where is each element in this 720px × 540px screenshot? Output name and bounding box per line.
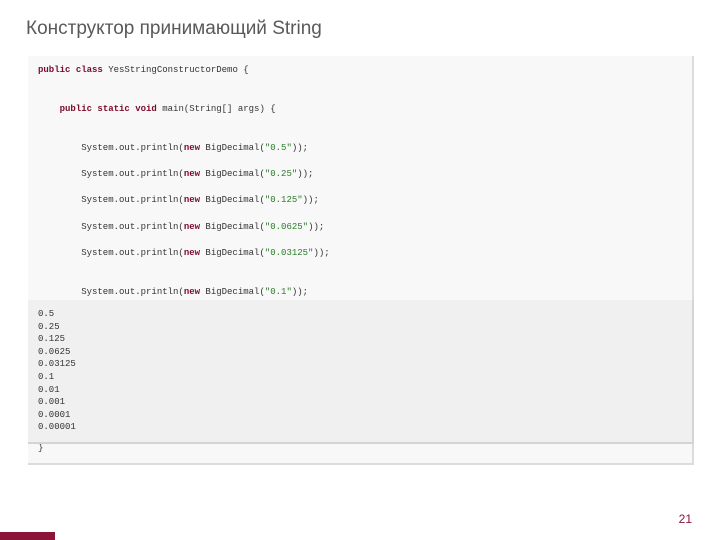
close-brace: } [38, 442, 682, 455]
page-number: 21 [679, 512, 692, 526]
stmt-prefix: System.out.println( [38, 169, 184, 179]
string-literal: "0.0625" [265, 222, 308, 232]
main-decl: main(String[] args) { [157, 104, 276, 114]
kw-class: class [76, 65, 103, 75]
string-literal: "0.1" [265, 287, 292, 297]
class-decl: YesStringConstructorDemo { [103, 65, 249, 75]
stmt-suffix: )); [292, 287, 308, 297]
stmt-prefix: System.out.println( [38, 248, 184, 258]
string-literal: "0.125" [265, 195, 303, 205]
kw-new: new [184, 143, 200, 153]
stmt-prefix: System.out.println( [38, 222, 184, 232]
stmt-prefix: System.out.println( [38, 287, 184, 297]
stmt-suffix: )); [292, 143, 308, 153]
stmt-mid: BigDecimal( [200, 169, 265, 179]
slide-title: Конструктор принимающий String [26, 18, 322, 40]
kw-static: static [97, 104, 129, 114]
kw-new: new [184, 287, 200, 297]
stmt-mid: BigDecimal( [200, 248, 265, 258]
kw-public: public [38, 65, 70, 75]
kw-new: new [184, 195, 200, 205]
kw-new: new [184, 169, 200, 179]
stmt-mid: BigDecimal( [200, 287, 265, 297]
stmt-prefix: System.out.println( [38, 143, 184, 153]
stmt-suffix: )); [297, 169, 313, 179]
kw-void: void [135, 104, 157, 114]
kw-new: new [184, 248, 200, 258]
string-literal: "0.25" [265, 169, 297, 179]
stmt-suffix: )); [313, 248, 329, 258]
kw-new: new [184, 222, 200, 232]
kw-public: public [60, 104, 92, 114]
stmt-mid: BigDecimal( [200, 143, 265, 153]
stmt-mid: BigDecimal( [200, 195, 265, 205]
stmt-prefix: System.out.println( [38, 195, 184, 205]
string-literal: "0.5" [265, 143, 292, 153]
stmt-suffix: )); [308, 222, 324, 232]
accent-bar [0, 532, 55, 540]
output-block: 0.5 0.25 0.125 0.0625 0.03125 0.1 0.01 0… [28, 300, 694, 444]
stmt-mid: BigDecimal( [200, 222, 265, 232]
stmt-suffix: )); [303, 195, 319, 205]
string-literal: "0.03125" [265, 248, 314, 258]
